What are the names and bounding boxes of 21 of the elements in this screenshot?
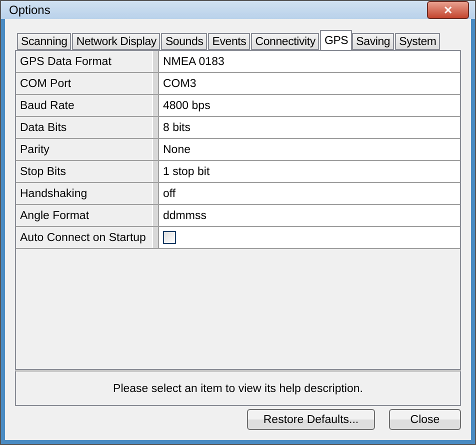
tab[interactable]: Network Display [72,33,160,50]
property-value[interactable]: 8 bits [159,117,460,138]
tab[interactable]: System [395,33,440,50]
property-value[interactable]: off [159,183,460,204]
window-title: Options [9,3,50,17]
tab[interactable]: Connectivity [251,33,320,50]
property-value[interactable]: 1 stop bit [159,161,460,182]
tab[interactable]: Sounds [161,33,208,50]
property-value[interactable]: NMEA 0183 [159,51,460,72]
help-text: Please select an item to view its help description. [113,382,363,394]
tab[interactable]: GPS [320,30,352,50]
property-value[interactable]: 4800 bps [159,95,460,116]
tab[interactable]: Scanning [17,33,72,50]
property-value[interactable]: None [159,139,460,160]
checkbox[interactable] [163,231,176,244]
restore-defaults-button[interactable]: Restore Defaults... [247,409,375,430]
tab[interactable]: Saving [352,33,394,50]
tab[interactable]: Events [208,33,250,50]
property-value[interactable]: ddmmss [159,205,460,226]
close-dialog-button[interactable]: Close [389,409,461,430]
property-value[interactable]: COM3 [159,73,460,94]
